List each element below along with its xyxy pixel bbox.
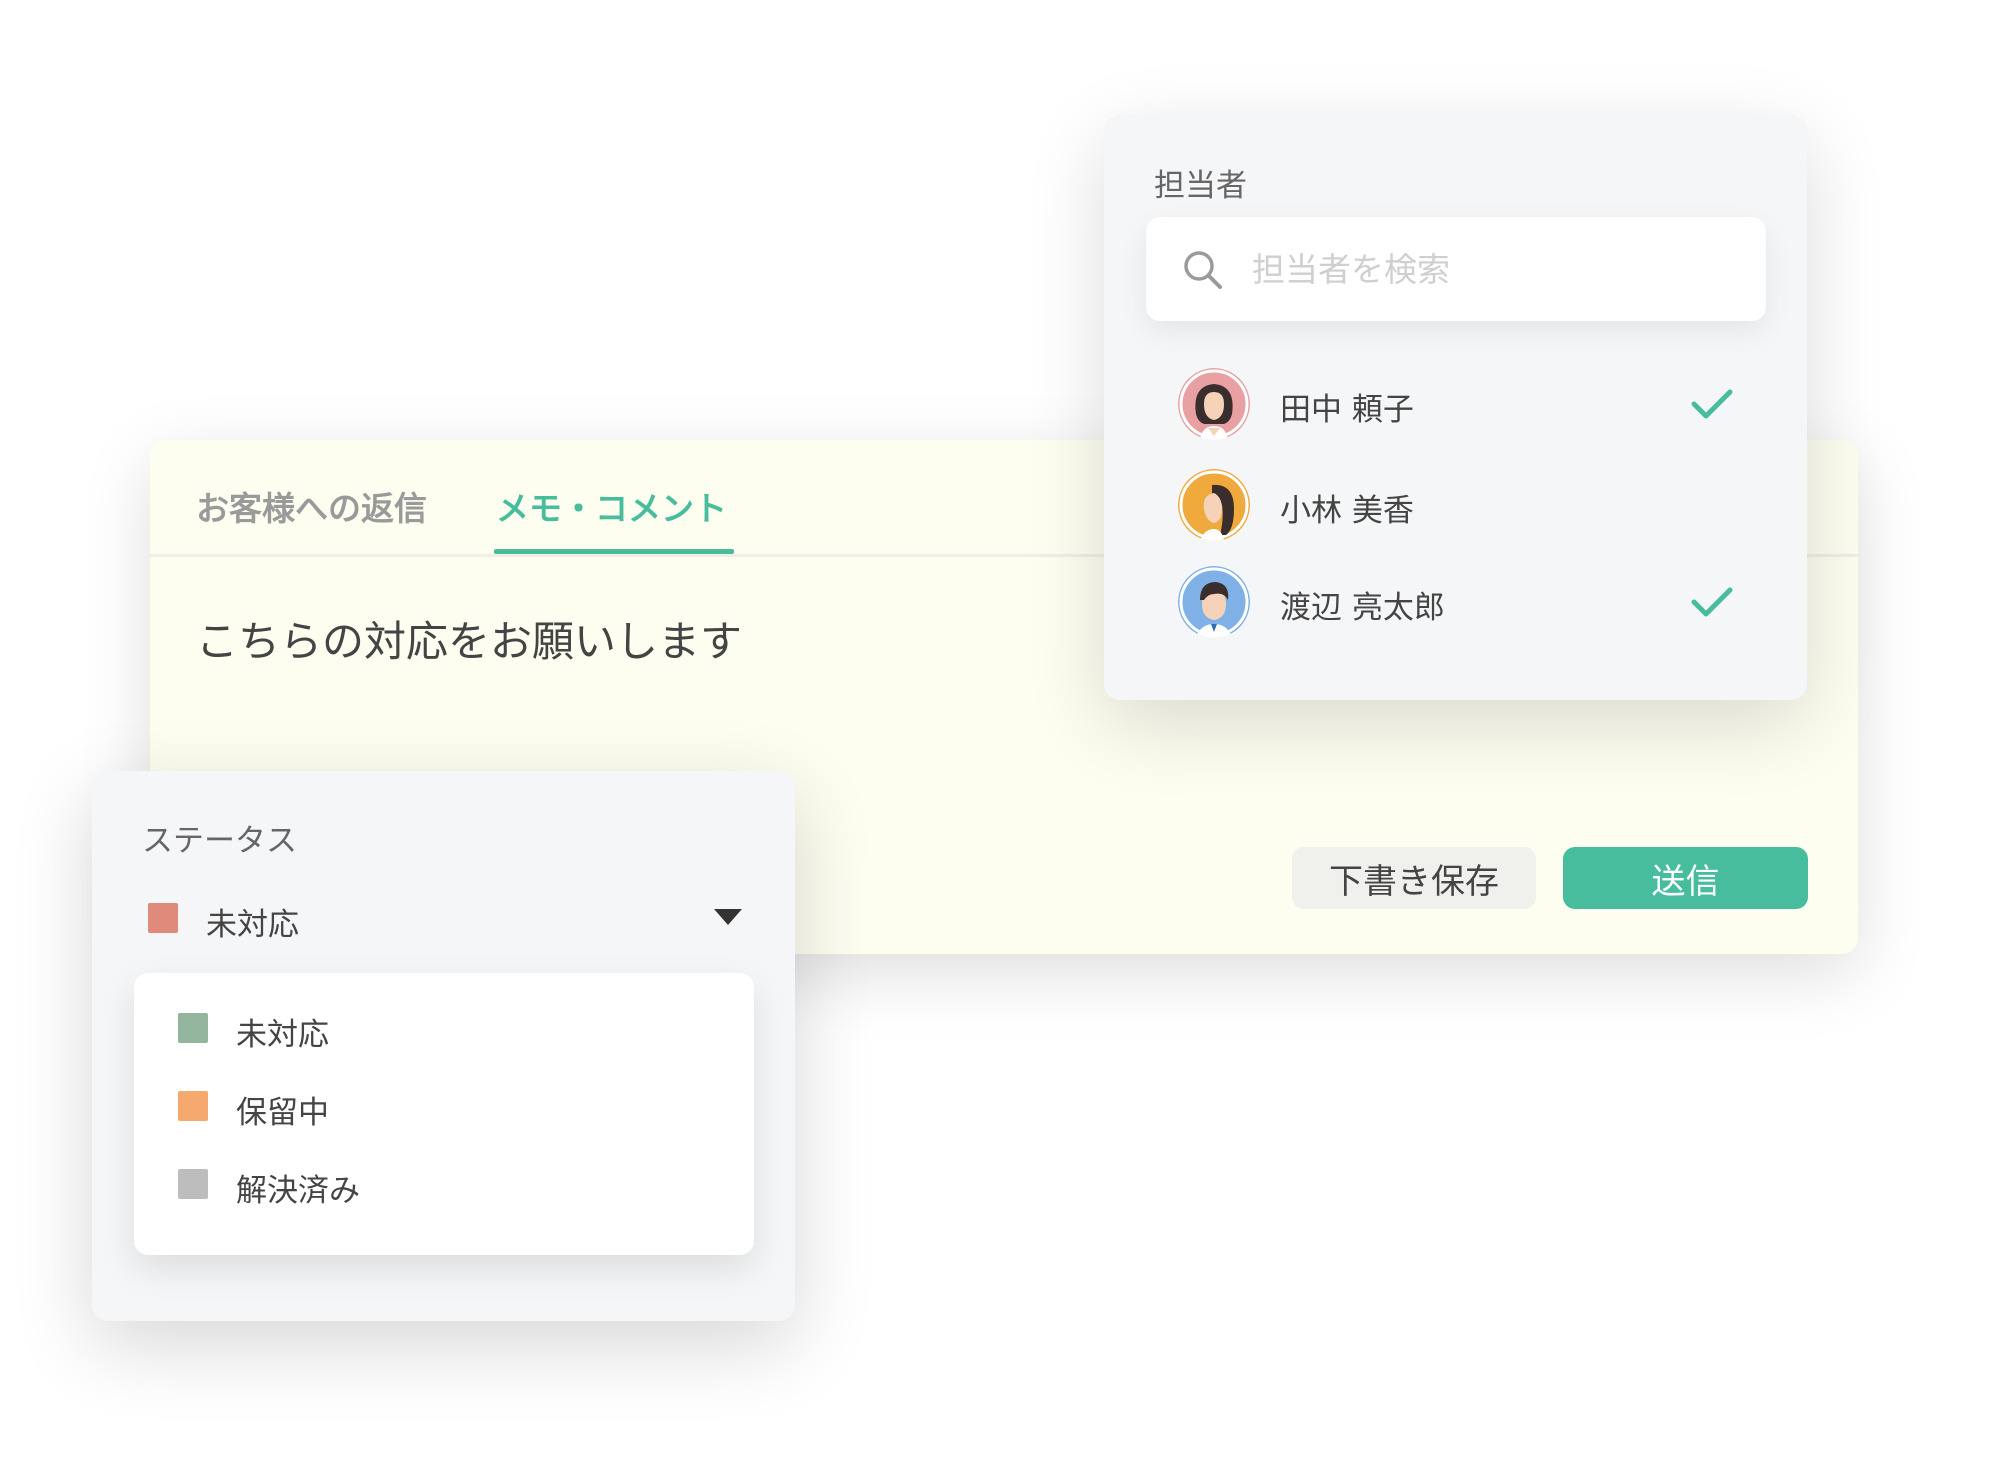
status-selected-label: 未対応 bbox=[206, 907, 299, 943]
search-icon bbox=[1184, 251, 1222, 289]
assignee-title: 担当者 bbox=[1154, 168, 1247, 204]
assignee-name: 渡辺 亮太郎 bbox=[1280, 590, 1445, 626]
status-panel: ステータス 未対応 未対応 保留中 解決済み bbox=[92, 771, 795, 1321]
assignee-search-box[interactable] bbox=[1146, 217, 1766, 321]
comment-text-area[interactable]: こちらの対応をお願いします bbox=[196, 608, 742, 669]
save-draft-label: 下書き保存 bbox=[1329, 861, 1499, 902]
save-draft-button[interactable]: 下書き保存 bbox=[1292, 847, 1536, 909]
assignee-option-kobayashi[interactable]: 小林 美香 bbox=[1104, 465, 1807, 545]
tab-memo-comment[interactable]: メモ・コメント bbox=[496, 482, 727, 530]
status-color-swatch bbox=[178, 1091, 208, 1121]
tab-customer-reply[interactable]: お客様への返信 bbox=[196, 482, 427, 530]
assignee-name: 小林 美香 bbox=[1280, 493, 1414, 529]
assignee-option-watanabe[interactable]: 渡辺 亮太郎 bbox=[1104, 562, 1807, 642]
check-icon bbox=[1691, 587, 1733, 617]
status-option-label: 解決済み bbox=[236, 1173, 360, 1209]
man-avatar-icon bbox=[1178, 566, 1250, 638]
status-title: ステータス bbox=[142, 823, 297, 859]
send-label: 送信 bbox=[1651, 861, 1720, 902]
assignee-name: 田中 頼子 bbox=[1280, 392, 1414, 428]
status-option-open[interactable]: 未対応 bbox=[134, 993, 754, 1063]
status-option-label: 保留中 bbox=[236, 1095, 329, 1131]
status-color-swatch bbox=[148, 903, 178, 933]
check-icon bbox=[1691, 389, 1733, 419]
status-dropdown[interactable]: 未対応 bbox=[132, 883, 752, 953]
status-option-list: 未対応 保留中 解決済み bbox=[134, 973, 754, 1255]
assignee-panel: 担当者 田中 頼子 小林 美香 bbox=[1104, 115, 1807, 700]
woman-profile-avatar-icon bbox=[1178, 469, 1250, 541]
status-option-label: 未対応 bbox=[236, 1017, 329, 1053]
assignee-search-input[interactable] bbox=[1250, 237, 1734, 301]
woman-avatar-icon bbox=[1178, 368, 1250, 440]
chevron-down-icon[interactable] bbox=[714, 909, 742, 925]
status-option-pending[interactable]: 保留中 bbox=[134, 1071, 754, 1141]
assignee-option-tanaka[interactable]: 田中 頼子 bbox=[1104, 364, 1807, 444]
send-button[interactable]: 送信 bbox=[1563, 847, 1808, 909]
status-option-resolved[interactable]: 解決済み bbox=[134, 1149, 754, 1219]
status-color-swatch bbox=[178, 1169, 208, 1199]
status-color-swatch bbox=[178, 1013, 208, 1043]
active-tab-indicator bbox=[494, 549, 734, 554]
